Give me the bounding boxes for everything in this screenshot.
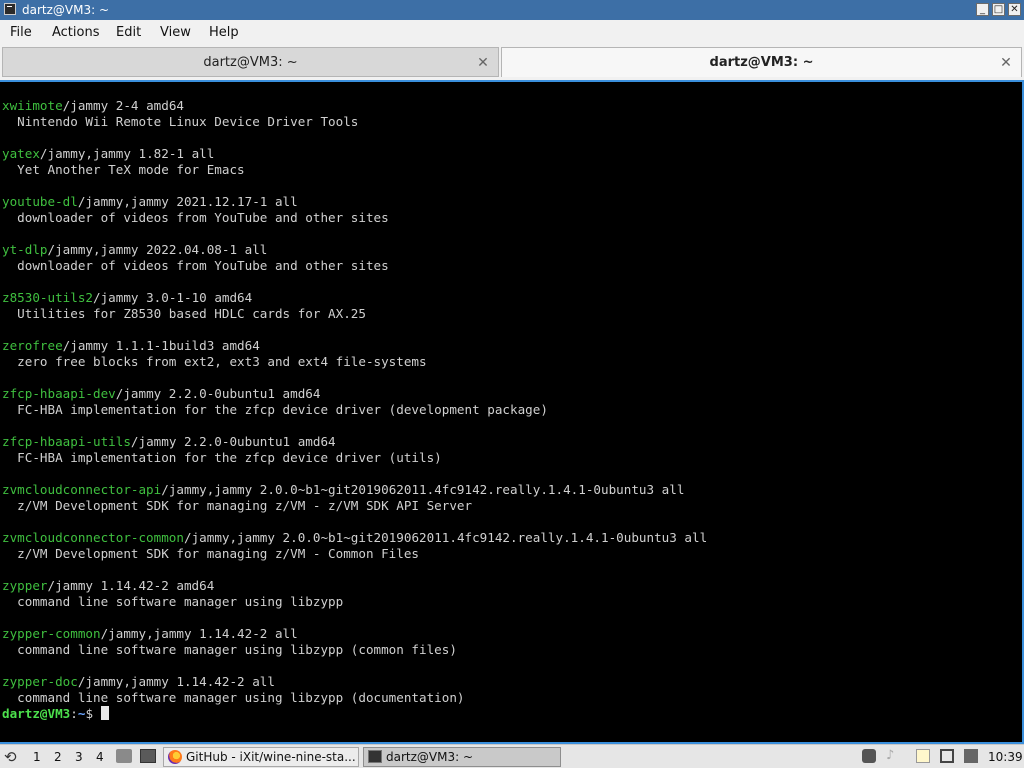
package-description: Yet Another TeX mode for Emacs: [2, 162, 245, 177]
package-description: z/VM Development SDK for managing z/VM -…: [2, 498, 473, 513]
tab-1-close-icon[interactable]: ✕: [476, 48, 490, 78]
package-version: /jammy,jammy 2022.04.08-1 all: [47, 242, 268, 257]
tab-2-active[interactable]: dartz@VM3: ~ ✕: [501, 47, 1022, 77]
package-description: z/VM Development SDK for managing z/VM -…: [2, 546, 420, 561]
clock[interactable]: 10:39: [988, 748, 1023, 766]
package-name: xwiimote: [2, 98, 63, 113]
package-description: command line software manager using libz…: [2, 690, 465, 705]
package-description: FC-HBA implementation for the zfcp devic…: [2, 450, 442, 465]
package-description: FC-HBA implementation for the zfcp devic…: [2, 402, 548, 417]
package-line: yt-dlp/jammy,jammy 2022.04.08-1 all: [2, 242, 267, 258]
minimize-button[interactable]: _: [976, 3, 989, 16]
package-version: /jammy 2.2.0-0ubuntu1 amd64: [115, 386, 321, 401]
package-description: Nintendo Wii Remote Linux Device Driver …: [2, 114, 359, 129]
window-titlebar[interactable]: dartz@VM3: ~ _ □ ✕: [0, 0, 1024, 20]
tab-bar: dartz@VM3: ~ ✕ dartz@VM3: ~ ✕: [0, 46, 1024, 80]
package-version: /jammy,jammy 1.82-1 all: [39, 146, 215, 161]
package-name: zypper-common: [2, 626, 101, 641]
task-terminal[interactable]: dartz@VM3: ~: [363, 747, 561, 767]
workspace-4[interactable]: 4: [96, 748, 104, 766]
package-version: /jammy,jammy 2.0.0~b1~git2019062011.4fc9…: [161, 482, 685, 497]
package-line: zypper/jammy 1.14.42-2 amd64: [2, 578, 214, 594]
text-cursor: [100, 706, 109, 720]
package-line: yatex/jammy,jammy 1.82-1 all: [2, 146, 214, 162]
volume-icon[interactable]: ♪: [886, 749, 900, 763]
package-version: /jammy 2.2.0-0ubuntu1 amd64: [130, 434, 336, 449]
package-version: /jammy,jammy 1.14.42-2 all: [100, 626, 298, 641]
show-desktop-icon[interactable]: [140, 749, 156, 763]
tab-1-label: dartz@VM3: ~: [203, 55, 298, 70]
tab-2-close-icon[interactable]: ✕: [999, 48, 1013, 78]
package-version: /jammy 1.14.42-2 amd64: [47, 578, 215, 593]
package-name: zfcp-hbaapi-dev: [2, 386, 116, 401]
menu-file[interactable]: File: [10, 25, 32, 41]
task-firefox[interactable]: GitHub - iXit/wine-nine-sta...: [163, 747, 359, 767]
prompt-separator: :: [70, 706, 78, 721]
package-line: z8530-utils2/jammy 3.0-1-10 amd64: [2, 290, 252, 306]
package-name: zypper: [2, 578, 48, 593]
package-description: zero free blocks from ext2, ext3 and ext…: [2, 354, 427, 369]
package-version: /jammy 3.0-1-10 amd64: [93, 290, 253, 305]
taskbar: ⟲ 1 2 3 4 GitHub - iXit/wine-nine-sta...…: [0, 744, 1024, 768]
package-version: /jammy,jammy 2021.12.17-1 all: [77, 194, 298, 209]
package-version: /jammy 2-4 amd64: [62, 98, 184, 113]
package-version: /jammy,jammy 1.14.42-2 all: [77, 674, 275, 689]
package-version: /jammy,jammy 2.0.0~b1~git2019062011.4fc9…: [183, 530, 708, 545]
trash-icon[interactable]: [116, 749, 132, 763]
prompt-line[interactable]: dartz@VM3:~$: [2, 706, 109, 722]
display-icon[interactable]: [940, 749, 954, 763]
package-name: zvmcloudconnector-common: [2, 530, 184, 545]
tab-1[interactable]: dartz@VM3: ~ ✕: [2, 47, 499, 77]
package-description: downloader of videos from YouTube and ot…: [2, 258, 389, 273]
workspace-2[interactable]: 2: [54, 748, 62, 766]
menu-view[interactable]: View: [160, 25, 191, 41]
menu-edit[interactable]: Edit: [116, 25, 141, 41]
terminal-icon: [368, 750, 382, 763]
workspace-3[interactable]: 3: [75, 748, 83, 766]
clipboard-icon[interactable]: [916, 749, 930, 763]
package-name: zypper-doc: [2, 674, 78, 689]
tab-2-label: dartz@VM3: ~: [709, 55, 814, 70]
package-name: yt-dlp: [2, 242, 48, 257]
terminal-output[interactable]: xwiimote/jammy 2-4 amd64 Nintendo Wii Re…: [0, 82, 1024, 742]
package-line: zvmcloudconnector-common/jammy,jammy 2.0…: [2, 530, 707, 546]
prompt-user: dartz@VM3: [2, 706, 71, 721]
screenshot-tray-icon[interactable]: [862, 749, 876, 763]
package-name: zvmcloudconnector-api: [2, 482, 162, 497]
maximize-button[interactable]: □: [992, 3, 1005, 16]
package-name: z8530-utils2: [2, 290, 93, 305]
package-version: /jammy 1.1.1-1build3 amd64: [62, 338, 260, 353]
package-name: youtube-dl: [2, 194, 78, 209]
workspace-1[interactable]: 1: [33, 748, 41, 766]
package-description: command line software manager using libz…: [2, 594, 344, 609]
app-menu-icon[interactable]: ⟲: [4, 748, 17, 766]
menu-bar: File Actions Edit View Help: [0, 20, 1024, 46]
package-name: zfcp-hbaapi-utils: [2, 434, 131, 449]
package-description: downloader of videos from YouTube and ot…: [2, 210, 389, 225]
package-name: zerofree: [2, 338, 63, 353]
package-description: Utilities for Z8530 based HDLC cards for…: [2, 306, 366, 321]
package-line: zvmcloudconnector-api/jammy,jammy 2.0.0~…: [2, 482, 684, 498]
package-description: command line software manager using libz…: [2, 642, 457, 657]
package-line: zfcp-hbaapi-dev/jammy 2.2.0-0ubuntu1 amd…: [2, 386, 320, 402]
firefox-icon: [168, 750, 182, 764]
package-line: xwiimote/jammy 2-4 amd64: [2, 98, 184, 114]
task-terminal-label: dartz@VM3: ~: [386, 750, 474, 764]
menu-actions[interactable]: Actions: [52, 25, 100, 41]
prompt-symbol: $: [85, 706, 101, 721]
menu-help[interactable]: Help: [209, 25, 239, 41]
package-line: youtube-dl/jammy,jammy 2021.12.17-1 all: [2, 194, 298, 210]
close-window-button[interactable]: ✕: [1008, 3, 1021, 16]
network-icon[interactable]: [964, 749, 978, 763]
package-line: zerofree/jammy 1.1.1-1build3 amd64: [2, 338, 260, 354]
package-line: zypper-doc/jammy,jammy 1.14.42-2 all: [2, 674, 275, 690]
terminal-app-icon: [4, 3, 16, 15]
task-firefox-label: GitHub - iXit/wine-nine-sta...: [186, 750, 356, 764]
window-title: dartz@VM3: ~: [22, 3, 110, 17]
package-line: zypper-common/jammy,jammy 1.14.42-2 all: [2, 626, 298, 642]
package-line: zfcp-hbaapi-utils/jammy 2.2.0-0ubuntu1 a…: [2, 434, 336, 450]
package-name: yatex: [2, 146, 40, 161]
